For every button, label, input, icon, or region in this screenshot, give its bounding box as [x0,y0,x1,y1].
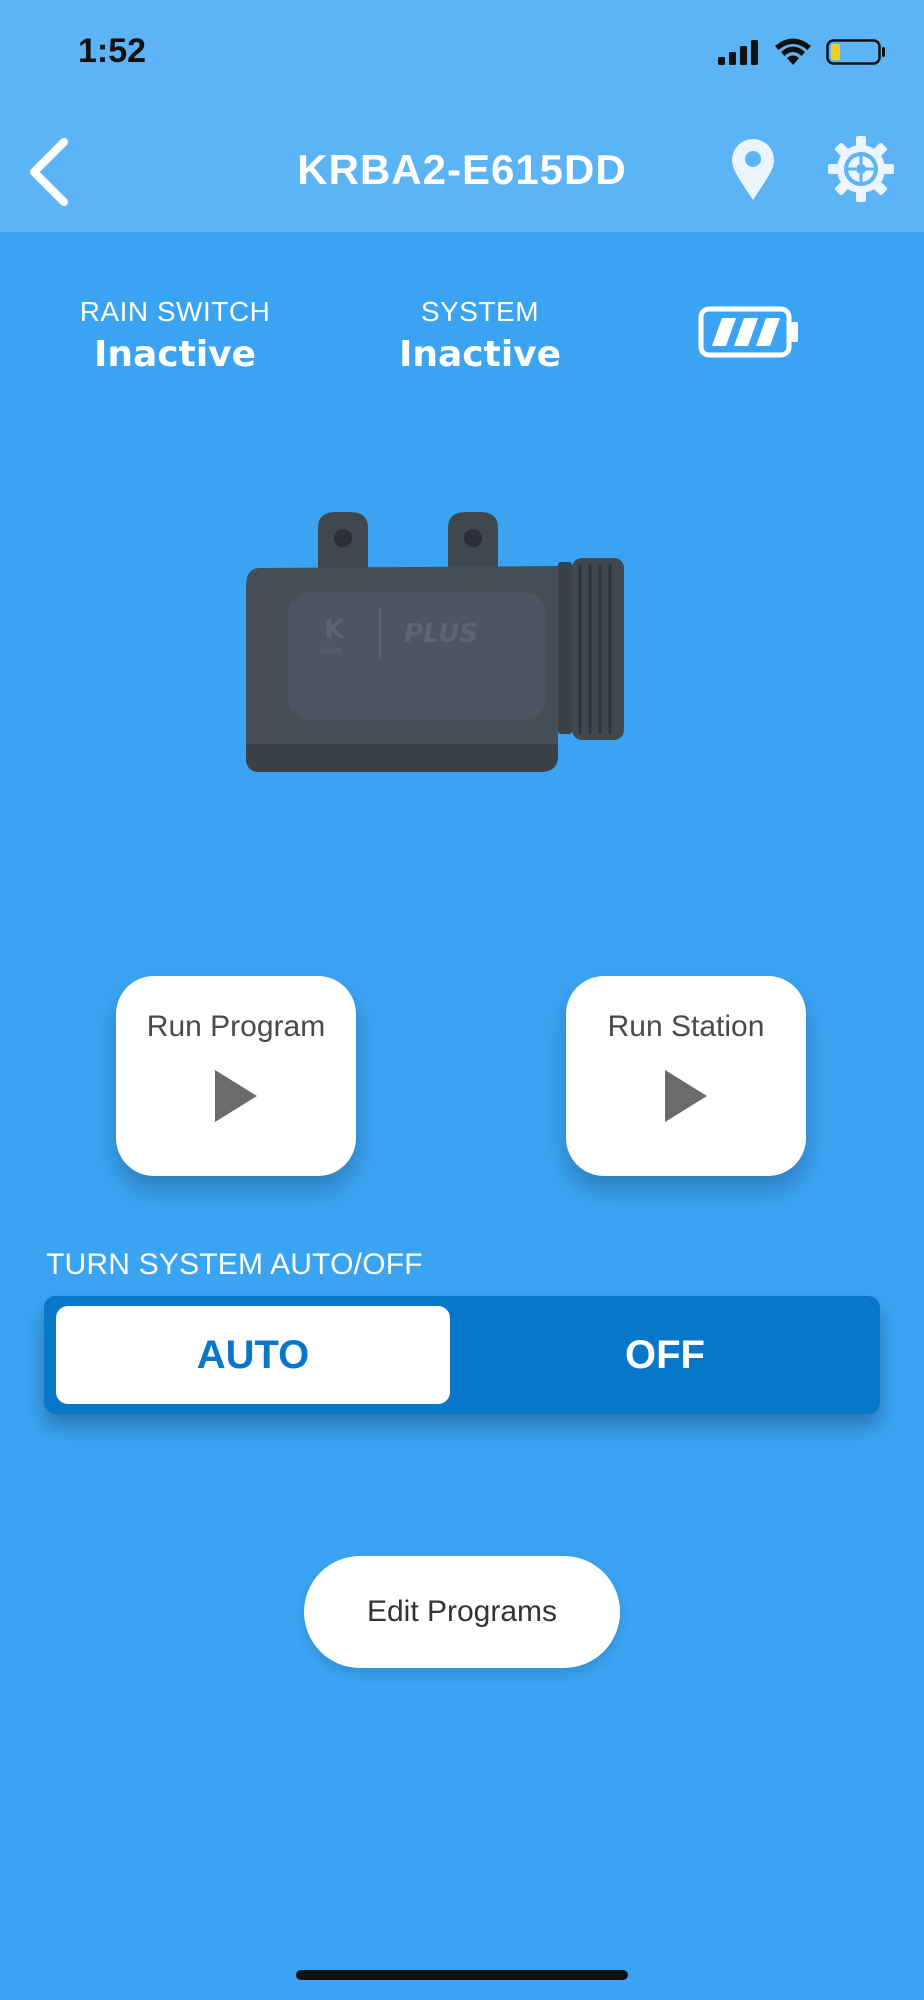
auto-off-toggle: AUTO OFF [44,1296,880,1414]
run-station-button[interactable]: Run Station [566,976,806,1176]
cellular-signal-icon [718,40,758,65]
auto-button[interactable]: AUTO [56,1306,450,1404]
run-program-label: Run Program [146,1010,326,1043]
controller-device-image: K RAIN PLUS [240,508,640,783]
wifi-icon [775,38,811,65]
location-pin-icon [732,139,774,200]
header: KRBA2-E615DD [0,110,924,232]
device-model-logo: PLUS [404,619,478,649]
device-brand-logo: K [324,615,345,645]
run-station-label: Run Station [607,1010,765,1043]
battery-full-icon [698,306,798,358]
device-title: KRBA2-E615DD [297,146,627,193]
rain-switch-status: RAIN SWITCH Inactive [60,296,290,375]
svg-text:RAIN: RAIN [320,647,341,657]
system-status: SYSTEM Inactive [370,296,590,375]
status-bar: 1:52 [0,0,924,110]
run-program-button[interactable]: Run Program [116,976,356,1176]
status-icons [718,38,886,66]
rain-switch-value: Inactive [93,334,257,375]
settings-button[interactable] [826,134,896,204]
battery-indicator [698,306,800,363]
rain-switch-label: RAIN SWITCH [79,296,271,327]
edit-programs-button[interactable]: Edit Programs [304,1556,620,1668]
toggle-heading: TURN SYSTEM AUTO/OFF [46,1248,423,1281]
location-button[interactable] [730,138,776,202]
gear-icon [828,136,894,202]
system-value: Inactive [398,334,562,375]
status-time: 1:52 [78,32,147,70]
off-button[interactable]: OFF [462,1306,868,1404]
home-indicator[interactable] [296,1970,628,1980]
system-label: SYSTEM [420,296,540,327]
play-icon [665,1070,707,1122]
phone-battery-icon [826,39,885,65]
play-icon [215,1070,257,1122]
